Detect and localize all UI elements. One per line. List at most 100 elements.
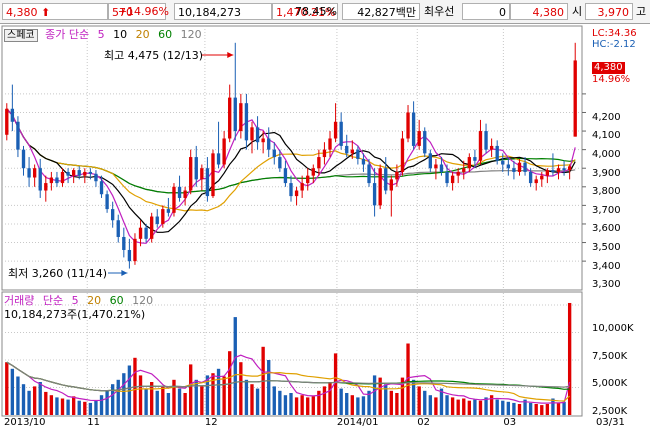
- volume-bar: [172, 379, 176, 415]
- volume-bar: [71, 396, 76, 415]
- candle-body: [161, 209, 165, 224]
- volume-bar: [350, 395, 354, 415]
- volume-bar: [10, 368, 15, 415]
- ratio-value: 78.45%: [295, 5, 337, 18]
- stock-chart[interactable]: [0, 24, 650, 433]
- ma-label: 종가 단순: [45, 28, 90, 41]
- sell-value: 0: [499, 6, 506, 19]
- volume-bar: [222, 376, 226, 415]
- hc-value: HC:-2.12: [592, 39, 636, 50]
- up-arrow-icon: ⬆: [41, 6, 51, 19]
- candle-body: [378, 168, 382, 206]
- volume-ma-label: 단순: [42, 294, 64, 307]
- volume-bar: [417, 386, 421, 415]
- volume-legend: 거래량 단순 5 20 60 120: [4, 294, 158, 307]
- candle-body: [177, 186, 182, 198]
- volume-bar: [278, 390, 282, 415]
- ma-period-20[interactable]: 20: [136, 28, 150, 41]
- candle-body: [105, 194, 109, 210]
- candle-body: [194, 157, 198, 180]
- candle-body: [484, 131, 488, 150]
- candle-body: [445, 171, 449, 184]
- change-pct: +14.96%: [117, 5, 169, 18]
- ma-period-5[interactable]: 5: [98, 28, 105, 41]
- price-axis-label: 4,200: [592, 111, 621, 123]
- volume-bar: [428, 395, 432, 415]
- open-box: 3,970: [585, 3, 633, 20]
- volume-ma-line-60: [6, 361, 570, 392]
- candle-body: [384, 168, 388, 191]
- volume-bar: [294, 397, 299, 415]
- candle-body: [66, 171, 70, 176]
- volume-bar: [434, 397, 438, 415]
- volume-bar: [60, 398, 65, 415]
- volume-bar: [473, 399, 477, 415]
- candle-body: [450, 175, 455, 184]
- ma-period-60[interactable]: 60: [158, 28, 172, 41]
- volume-bar: [478, 400, 483, 415]
- volume-bar: [361, 396, 366, 415]
- ma-period-120[interactable]: 120: [181, 28, 202, 41]
- candle-body: [261, 138, 265, 143]
- candle-body: [255, 127, 260, 143]
- volume-bar: [300, 395, 304, 415]
- volume-ma-60[interactable]: 60: [110, 294, 124, 307]
- change-pct-box: +14.96%: [108, 3, 172, 20]
- candle-body: [88, 171, 93, 174]
- volume-ma-20[interactable]: 20: [87, 294, 101, 307]
- candle-body: [345, 145, 349, 154]
- candle-body: [400, 138, 405, 172]
- candle-body: [94, 173, 98, 182]
- candle-body: [228, 97, 232, 139]
- stock-name-button[interactable]: 스페코: [4, 29, 38, 42]
- time-axis-label: 2014/01: [336, 417, 379, 428]
- volume-bar: [189, 364, 193, 415]
- volume-bar: [244, 379, 249, 415]
- candle-body: [233, 97, 237, 132]
- volume-bar: [267, 360, 271, 415]
- candle-body: [573, 60, 577, 137]
- volume-bar: [517, 404, 522, 415]
- candle-body: [372, 183, 377, 206]
- candle-body: [211, 153, 215, 197]
- low-annotation: 최저 3,260 (11/14): [8, 267, 108, 280]
- volume-bar: [467, 400, 472, 415]
- volume-bar: [445, 395, 449, 415]
- time-axis-label: 12: [204, 417, 218, 428]
- volume-ma-120[interactable]: 120: [132, 294, 153, 307]
- candle-body: [356, 149, 360, 159]
- candle-body: [60, 171, 65, 184]
- candle-body: [317, 157, 321, 169]
- price-axis-label: 3,600: [592, 223, 621, 235]
- candle-body: [27, 168, 31, 178]
- volume-bar: [512, 402, 516, 415]
- volume-bar: [144, 388, 148, 415]
- ratio-box: 78.45%: [290, 3, 340, 20]
- candle-body: [283, 168, 288, 184]
- current-pct-tag: 14.96%: [592, 74, 631, 85]
- candle-body: [16, 121, 20, 150]
- volume-title: 거래량: [4, 294, 35, 307]
- volume-bar: [389, 390, 393, 415]
- candle-body: [551, 170, 555, 172]
- candle-body: [55, 177, 59, 184]
- candle-body: [133, 238, 137, 262]
- volume-bar: [216, 368, 221, 415]
- candle-body: [99, 181, 104, 195]
- candle-body: [289, 183, 293, 197]
- time-axis-label: 2013/10: [4, 417, 46, 428]
- open-value: 3,970: [597, 6, 630, 19]
- volume-bar: [66, 399, 70, 415]
- volume-bar: [16, 376, 20, 415]
- volume-ma-5[interactable]: 5: [72, 294, 79, 307]
- chart-area[interactable]: 스페코 종가 단순 5 10 20 60 120 최고 4,475 (12/13…: [0, 24, 650, 433]
- ma-period-10[interactable]: 10: [113, 28, 127, 41]
- candle-body: [478, 131, 483, 161]
- candle-body: [439, 164, 444, 172]
- current-price-tag: 4,380: [592, 62, 625, 74]
- candles[interactable]: [5, 42, 577, 269]
- candle-body: [512, 168, 516, 172]
- candle-body: [49, 177, 54, 184]
- volume-bar: [233, 317, 237, 415]
- volume-bar: [194, 379, 198, 415]
